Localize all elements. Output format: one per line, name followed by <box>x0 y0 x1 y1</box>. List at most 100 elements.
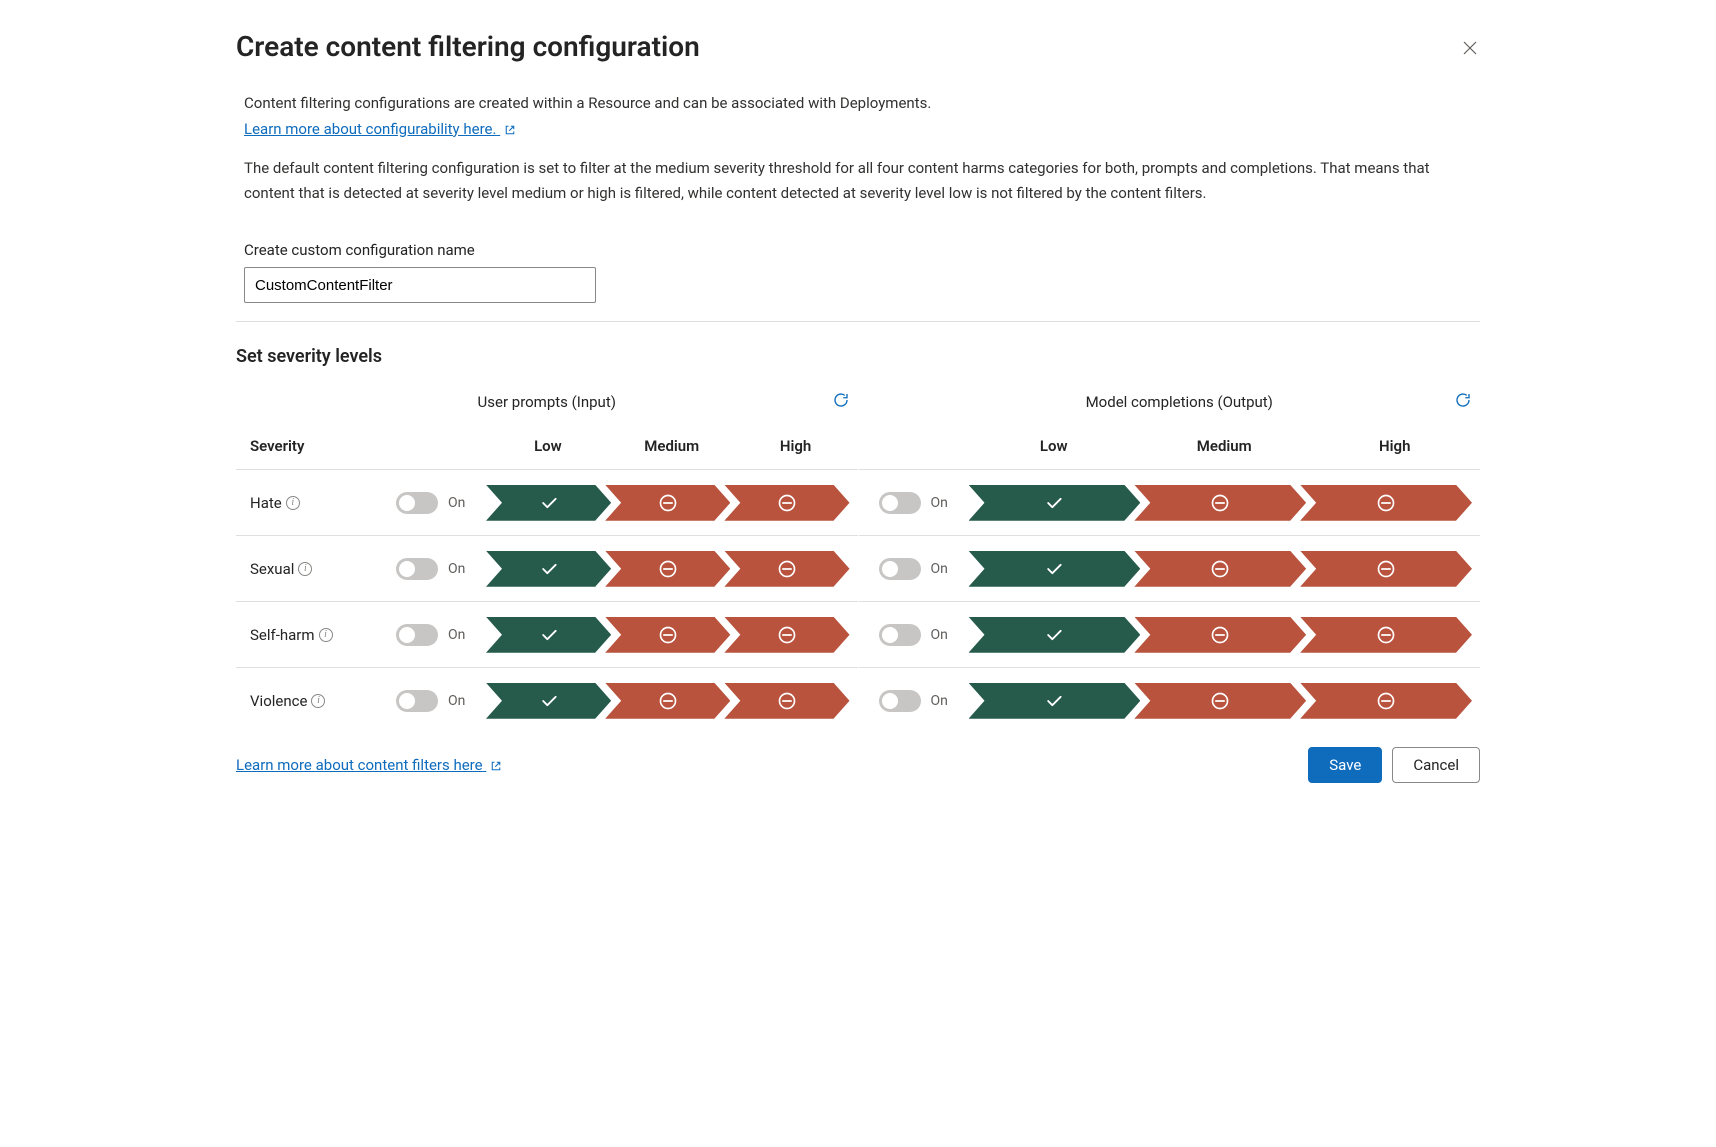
block-icon <box>777 493 797 513</box>
severity-segment-output-self-harm-high[interactable] <box>1300 617 1472 653</box>
block-icon <box>658 559 678 579</box>
severity-segment-output-violence-high[interactable] <box>1300 683 1472 719</box>
severity-level-high-header: High <box>734 437 858 455</box>
severity-level-medium-header: Medium <box>1139 437 1310 455</box>
toggle-state-label: On <box>931 693 948 709</box>
severity-segment-input-hate-medium[interactable] <box>605 485 730 521</box>
checkmark-icon <box>539 691 559 711</box>
category-row-self-harm-output: On <box>859 601 1481 667</box>
save-button[interactable]: Save <box>1308 747 1382 783</box>
reset-icon <box>1454 391 1472 409</box>
toggle-knob <box>399 561 415 577</box>
checkmark-icon <box>539 559 559 579</box>
section-divider <box>236 321 1480 322</box>
severity-segment-input-self-harm-high[interactable] <box>724 617 849 653</box>
block-icon <box>1376 493 1396 513</box>
block-icon <box>777 625 797 645</box>
block-icon <box>1376 625 1396 645</box>
severity-segment-output-sexual-medium[interactable] <box>1134 551 1306 587</box>
toggle-state-label: On <box>448 693 465 709</box>
category-name-text: Self-harm <box>250 626 315 644</box>
severity-column-header: Severity <box>236 437 396 455</box>
toggle-input-hate[interactable] <box>396 492 438 514</box>
reset-input-button[interactable] <box>832 391 850 413</box>
severity-segment-input-sexual-medium[interactable] <box>605 551 730 587</box>
severity-level-medium-header: Medium <box>610 437 734 455</box>
severity-segment-output-violence-low[interactable] <box>969 683 1141 719</box>
toggle-input-sexual[interactable] <box>396 558 438 580</box>
category-row-hate-input: Hatei On <box>236 469 858 535</box>
toggle-output-sexual[interactable] <box>879 558 921 580</box>
toggle-knob <box>399 627 415 643</box>
learn-configurability-link[interactable]: Learn more about configurability here. <box>244 120 516 138</box>
toggle-knob <box>882 693 898 709</box>
severity-segment-output-self-harm-low[interactable] <box>969 617 1141 653</box>
toggle-output-violence[interactable] <box>879 690 921 712</box>
category-row-violence-input: Violence i On <box>236 667 858 733</box>
toggle-state-label: On <box>448 627 465 643</box>
severity-segment-input-hate-low[interactable] <box>486 485 611 521</box>
reset-icon <box>832 391 850 409</box>
block-icon <box>1210 493 1230 513</box>
toggle-input-violence[interactable] <box>396 690 438 712</box>
info-icon[interactable]: i <box>319 628 333 642</box>
toggle-knob <box>399 693 415 709</box>
severity-segment-output-self-harm-medium[interactable] <box>1134 617 1306 653</box>
severity-segment-output-violence-medium[interactable] <box>1134 683 1306 719</box>
category-name-text: Sexual <box>250 560 294 578</box>
input-column-title: User prompts (Input) <box>478 393 616 411</box>
category-label-self-harm: Self-harm i <box>236 626 396 644</box>
save-button-label: Save <box>1329 756 1361 774</box>
category-label-sexual: Sexuali <box>236 560 396 578</box>
category-row-hate-output: On <box>859 469 1481 535</box>
learn-content-filters-link[interactable]: Learn more about content filters here <box>236 756 502 774</box>
category-row-self-harm-input: Self-harm i On <box>236 601 858 667</box>
severity-segment-output-hate-medium[interactable] <box>1134 485 1306 521</box>
severity-segment-output-sexual-high[interactable] <box>1300 551 1472 587</box>
config-name-input[interactable] <box>244 267 596 303</box>
severity-level-low-header: Low <box>969 437 1140 455</box>
block-icon <box>1210 625 1230 645</box>
cancel-button[interactable]: Cancel <box>1392 747 1480 783</box>
block-icon <box>658 493 678 513</box>
checkmark-icon <box>539 625 559 645</box>
toggle-state-label: On <box>931 627 948 643</box>
category-row-sexual-input: Sexuali On <box>236 535 858 601</box>
severity-segment-input-violence-low[interactable] <box>486 683 611 719</box>
severity-segment-input-sexual-low[interactable] <box>486 551 611 587</box>
block-icon <box>777 559 797 579</box>
checkmark-icon <box>1044 625 1064 645</box>
severity-segment-input-self-harm-low[interactable] <box>486 617 611 653</box>
severity-segment-input-self-harm-medium[interactable] <box>605 617 730 653</box>
toggle-state-label: On <box>931 561 948 577</box>
severity-level-high-header: High <box>1310 437 1481 455</box>
severity-segment-output-hate-low[interactable] <box>969 485 1141 521</box>
reset-output-button[interactable] <box>1454 391 1472 413</box>
block-icon <box>658 625 678 645</box>
external-link-icon <box>504 124 516 136</box>
toggle-output-self-harm[interactable] <box>879 624 921 646</box>
toggle-input-self-harm[interactable] <box>396 624 438 646</box>
block-icon <box>1376 691 1396 711</box>
intro-line-1: Content filtering configurations are cre… <box>244 91 1472 116</box>
info-icon[interactable]: i <box>311 694 325 708</box>
toggle-output-hate[interactable] <box>879 492 921 514</box>
info-icon[interactable]: i <box>286 496 300 510</box>
block-icon <box>777 691 797 711</box>
info-icon[interactable]: i <box>298 562 312 576</box>
severity-segment-input-sexual-high[interactable] <box>724 551 849 587</box>
severity-segment-input-hate-high[interactable] <box>724 485 849 521</box>
close-button[interactable] <box>1460 38 1480 58</box>
intro-line-2: The default content filtering configurat… <box>244 156 1472 206</box>
category-name-text: Violence <box>250 692 307 710</box>
severity-segment-input-violence-medium[interactable] <box>605 683 730 719</box>
category-name-text: Hate <box>250 494 282 512</box>
severity-segment-output-hate-high[interactable] <box>1300 485 1472 521</box>
toggle-state-label: On <box>448 495 465 511</box>
page-title: Create content filtering configuration <box>236 30 1480 63</box>
config-name-label: Create custom configuration name <box>244 241 1480 259</box>
toggle-state-label: On <box>448 561 465 577</box>
toggle-state-label: On <box>931 495 948 511</box>
severity-segment-output-sexual-low[interactable] <box>969 551 1141 587</box>
severity-segment-input-violence-high[interactable] <box>724 683 849 719</box>
